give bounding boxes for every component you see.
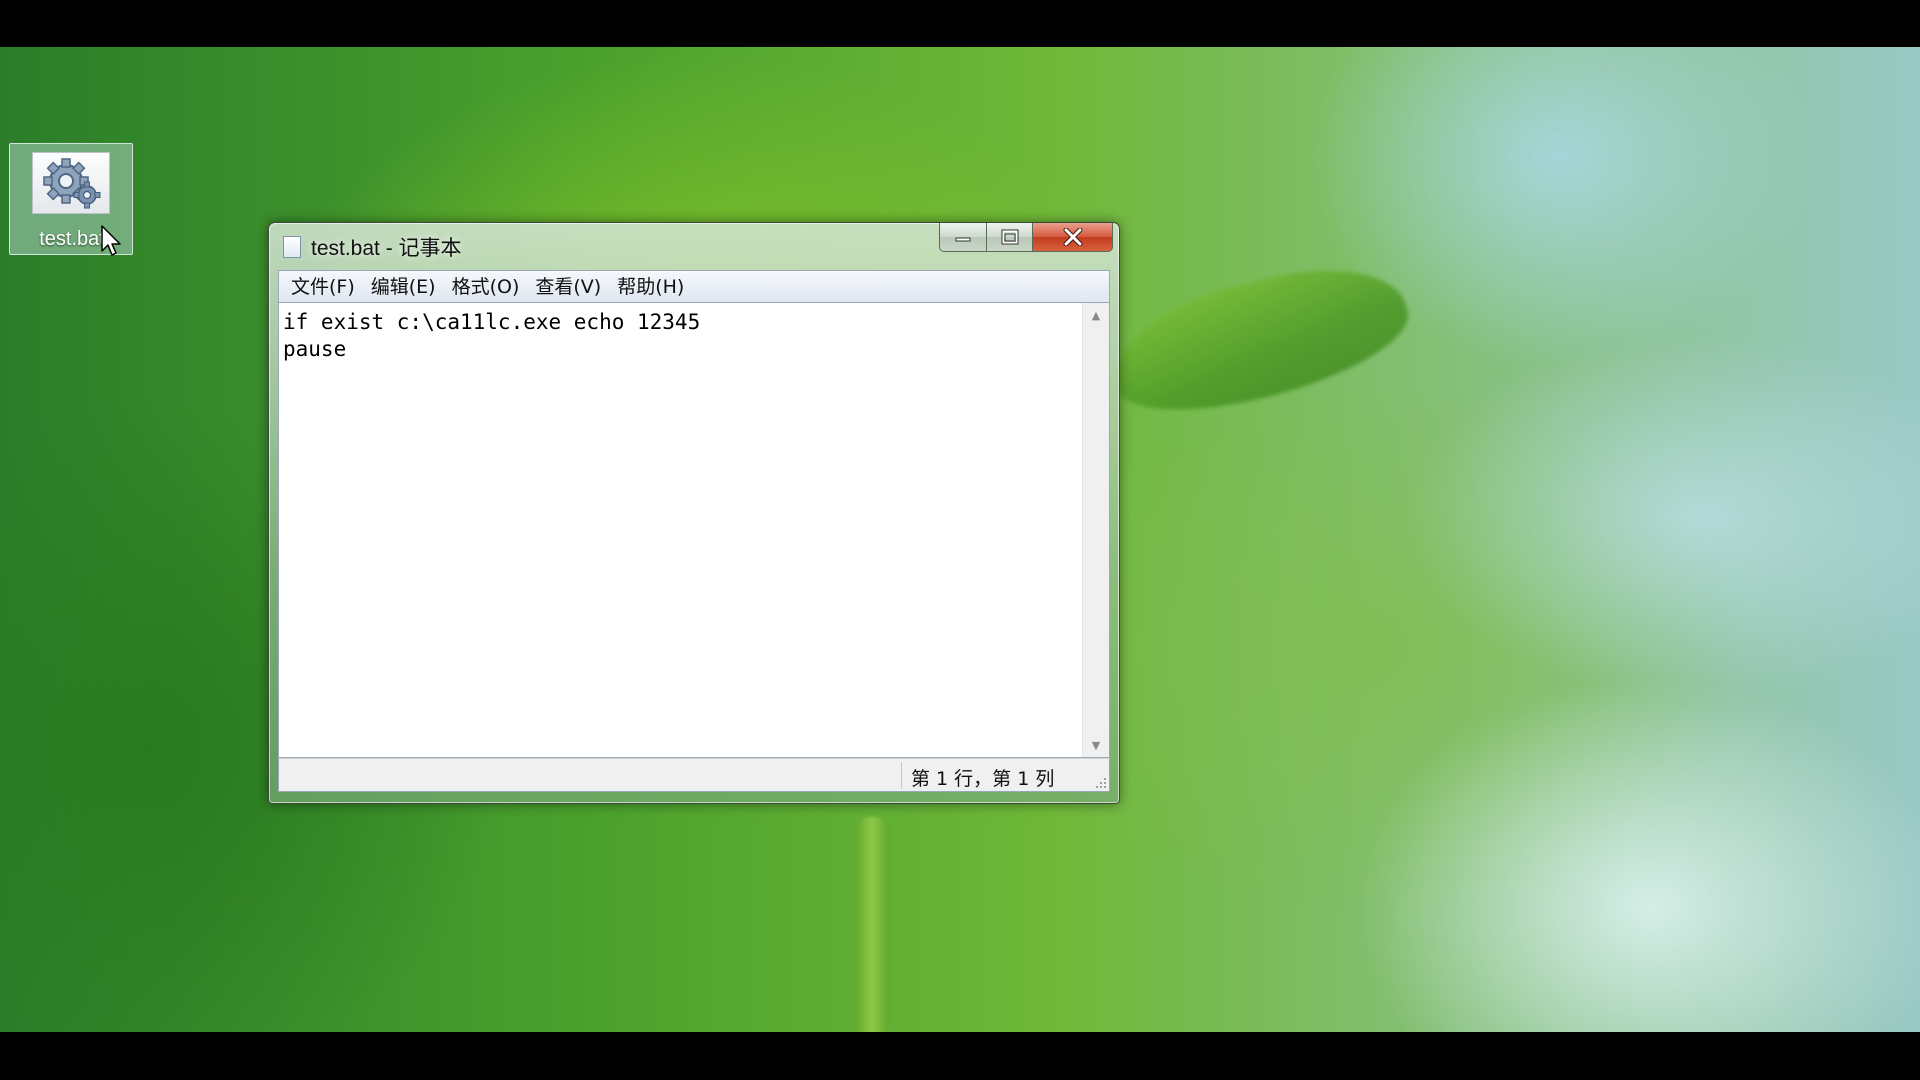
menu-bar: 文件(F) 编辑(E) 格式(O) 查看(V) 帮助(H) [278, 270, 1110, 302]
close-icon [1063, 228, 1082, 246]
window-title: test.bat - 记事本 [311, 237, 462, 260]
minimize-button[interactable] [939, 223, 987, 252]
resize-grip-icon[interactable] [1093, 775, 1107, 789]
notepad-window[interactable]: test.bat - 记事本 文件(F) 编辑(E) 格式(O) 查看(V) 帮… [268, 222, 1120, 804]
editor: if exist c:\ca11lc.exe echo 12345 pause … [278, 302, 1110, 758]
notepad-icon [283, 236, 301, 258]
title-bar[interactable]: test.bat - 记事本 [269, 223, 1119, 269]
gear-batch-file-icon [32, 152, 110, 214]
wallpaper-stem [855, 817, 889, 1032]
vertical-scrollbar[interactable]: ▲ ▼ [1082, 303, 1109, 757]
menu-view[interactable]: 查看(V) [527, 272, 609, 302]
scroll-down-button[interactable]: ▼ [1083, 733, 1109, 757]
window-controls [939, 223, 1113, 252]
menu-format[interactable]: 格式(O) [444, 272, 528, 302]
close-button[interactable] [1033, 223, 1113, 252]
menu-help[interactable]: 帮助(H) [609, 272, 692, 302]
status-bar: 第 1 行，第 1 列 [278, 758, 1110, 792]
wallpaper-leaf [1100, 247, 1420, 432]
mouse-cursor-icon [101, 225, 121, 256]
maximize-button[interactable] [987, 223, 1033, 252]
cursor-position: 第 1 行，第 1 列 [911, 768, 1055, 790]
status-separator [901, 762, 902, 789]
menu-file[interactable]: 文件(F) [283, 272, 363, 302]
letterbox-top [0, 0, 1920, 47]
chevron-up-icon: ▲ [1091, 308, 1101, 322]
chevron-down-icon: ▼ [1091, 738, 1101, 752]
letterbox-bottom [0, 1032, 1920, 1080]
text-area[interactable]: if exist c:\ca11lc.exe echo 12345 pause [279, 303, 1083, 757]
scroll-up-button[interactable]: ▲ [1083, 303, 1109, 327]
minimize-icon [955, 237, 971, 242]
maximize-icon [1001, 229, 1018, 245]
menu-edit[interactable]: 编辑(E) [363, 272, 444, 302]
